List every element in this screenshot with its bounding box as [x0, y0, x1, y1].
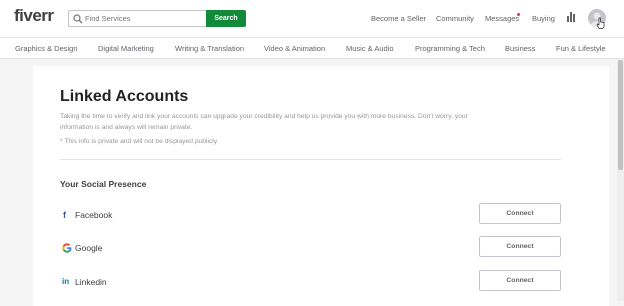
- section-title: Your Social Presence: [60, 179, 147, 189]
- category-music-audio[interactable]: Music & Audio: [346, 44, 394, 53]
- category-business[interactable]: Business: [505, 44, 535, 53]
- category-fun-lifestyle[interactable]: Fun & Lifestyle: [556, 44, 606, 53]
- category-graphics-design[interactable]: Graphics & Design: [15, 44, 78, 53]
- search-field-wrapper: [68, 10, 208, 27]
- fiverr-logo[interactable]: fiverr: [14, 6, 54, 26]
- linkedin-label: Linkedin: [75, 277, 107, 287]
- privacy-note: * This info is private and will not be d…: [60, 138, 219, 145]
- linkedin-icon: in: [62, 277, 70, 286]
- search-icon: [73, 14, 83, 24]
- messages-notification-dot: [517, 13, 520, 16]
- stats-icon[interactable]: [567, 12, 575, 22]
- category-video-animation[interactable]: Video & Animation: [264, 44, 325, 53]
- connect-linkedin-button[interactable]: Connect: [479, 270, 561, 291]
- search-input[interactable]: [85, 12, 203, 25]
- divider: [60, 159, 561, 160]
- community-link[interactable]: Community: [436, 14, 474, 23]
- search-bar: Search: [68, 10, 246, 27]
- facebook-icon: f: [63, 210, 66, 220]
- category-menu: Graphics & Design Digital Marketing Writ…: [0, 38, 624, 59]
- hand-cursor-icon: [596, 17, 605, 29]
- page-title: Linked Accounts: [60, 88, 189, 105]
- connect-google-button[interactable]: Connect: [479, 236, 561, 257]
- category-programming-tech[interactable]: Programming & Tech: [415, 44, 485, 53]
- page-description: Taking the time to verify and link your …: [60, 113, 468, 131]
- category-digital-marketing[interactable]: Digital Marketing: [98, 44, 154, 53]
- scrollbar-thumb[interactable]: [618, 60, 623, 170]
- connect-facebook-button[interactable]: Connect: [479, 203, 561, 224]
- facebook-label: Facebook: [75, 210, 113, 220]
- search-button[interactable]: Search: [206, 10, 246, 27]
- buying-link[interactable]: Buying: [532, 14, 555, 23]
- messages-link[interactable]: Messages: [485, 14, 519, 23]
- category-writing-translation[interactable]: Writing & Translation: [175, 44, 244, 53]
- google-icon: [62, 243, 72, 253]
- top-navbar: fiverr Search Become a Seller Community …: [0, 0, 624, 38]
- become-seller-link[interactable]: Become a Seller: [371, 14, 426, 23]
- google-label: Google: [75, 243, 103, 253]
